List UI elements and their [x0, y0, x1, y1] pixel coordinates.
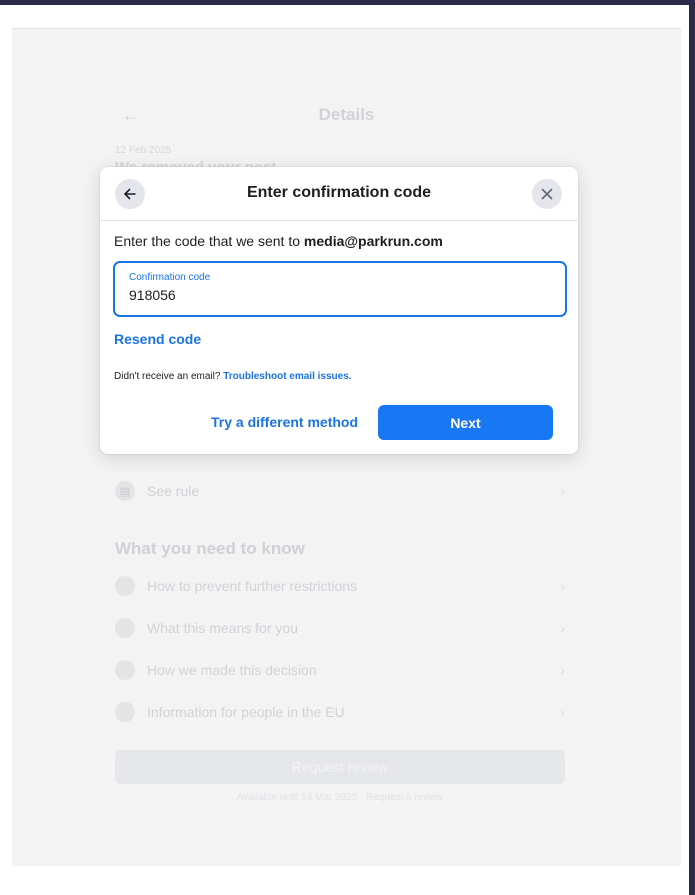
background-row-see-rule: ▤ See rule › — [115, 478, 565, 504]
search-icon — [115, 660, 135, 680]
background-row-label: Information for people in the EU — [147, 704, 345, 720]
background-row-label: How to prevent further restrictions — [147, 578, 358, 594]
dialog-header: Enter confirmation code — [100, 167, 578, 221]
chevron-right-icon: › — [560, 662, 565, 678]
help-prefix: Didn't receive an email? — [114, 371, 224, 382]
background-page-title: Details — [318, 105, 375, 124]
background-row: Information for people in the EU › — [115, 699, 565, 725]
resend-code-link[interactable]: Resend code — [114, 331, 201, 347]
close-icon — [541, 188, 553, 200]
try-different-method-button[interactable]: Try a different method — [202, 405, 367, 439]
chevron-right-icon: › — [560, 483, 565, 499]
background-row: How to prevent further restrictions › — [115, 573, 565, 599]
background-row: How we made this decision › — [115, 657, 565, 683]
troubleshoot-email-link[interactable]: Troubleshoot email issues. — [223, 371, 351, 382]
next-button[interactable]: Next — [378, 405, 553, 440]
help-text: Didn't receive an email? Troubleshoot em… — [114, 371, 352, 382]
rule-icon: ▤ — [115, 481, 135, 501]
info-icon — [115, 576, 135, 596]
dialog-instructions: Enter the code that we sent to media@par… — [114, 233, 443, 249]
confirmation-code-field[interactable]: Confirmation code — [113, 261, 567, 317]
info-icon — [115, 618, 135, 638]
email-address: media@parkrun.com — [303, 233, 443, 249]
background-request-review-button: Request review — [115, 750, 565, 784]
chevron-right-icon: › — [560, 704, 565, 720]
chevron-right-icon: › — [560, 578, 565, 594]
background-section-title: What you need to know — [115, 539, 305, 558]
background-row-label: See rule — [147, 483, 200, 499]
confirmation-code-dialog: Enter confirmation code Enter the code t… — [100, 167, 578, 454]
dialog-title: Enter confirmation code — [246, 184, 432, 201]
background-row-label: How we made this decision — [147, 662, 317, 678]
background-date: 12 Feb 2025 — [115, 145, 172, 156]
background-row: What this means for you › — [115, 615, 565, 641]
field-label: Confirmation code — [129, 272, 211, 283]
instructions-text: Enter the code that we sent to — [114, 233, 304, 249]
background-row-label: What this means for you — [147, 620, 298, 636]
confirmation-code-input[interactable] — [129, 287, 529, 303]
close-button[interactable] — [532, 179, 562, 209]
chevron-right-icon: › — [560, 620, 565, 636]
person-icon — [115, 702, 135, 722]
background-footnote: Available until 14 Mar 2025 · Request a … — [236, 792, 444, 803]
window-right-border — [689, 5, 695, 895]
